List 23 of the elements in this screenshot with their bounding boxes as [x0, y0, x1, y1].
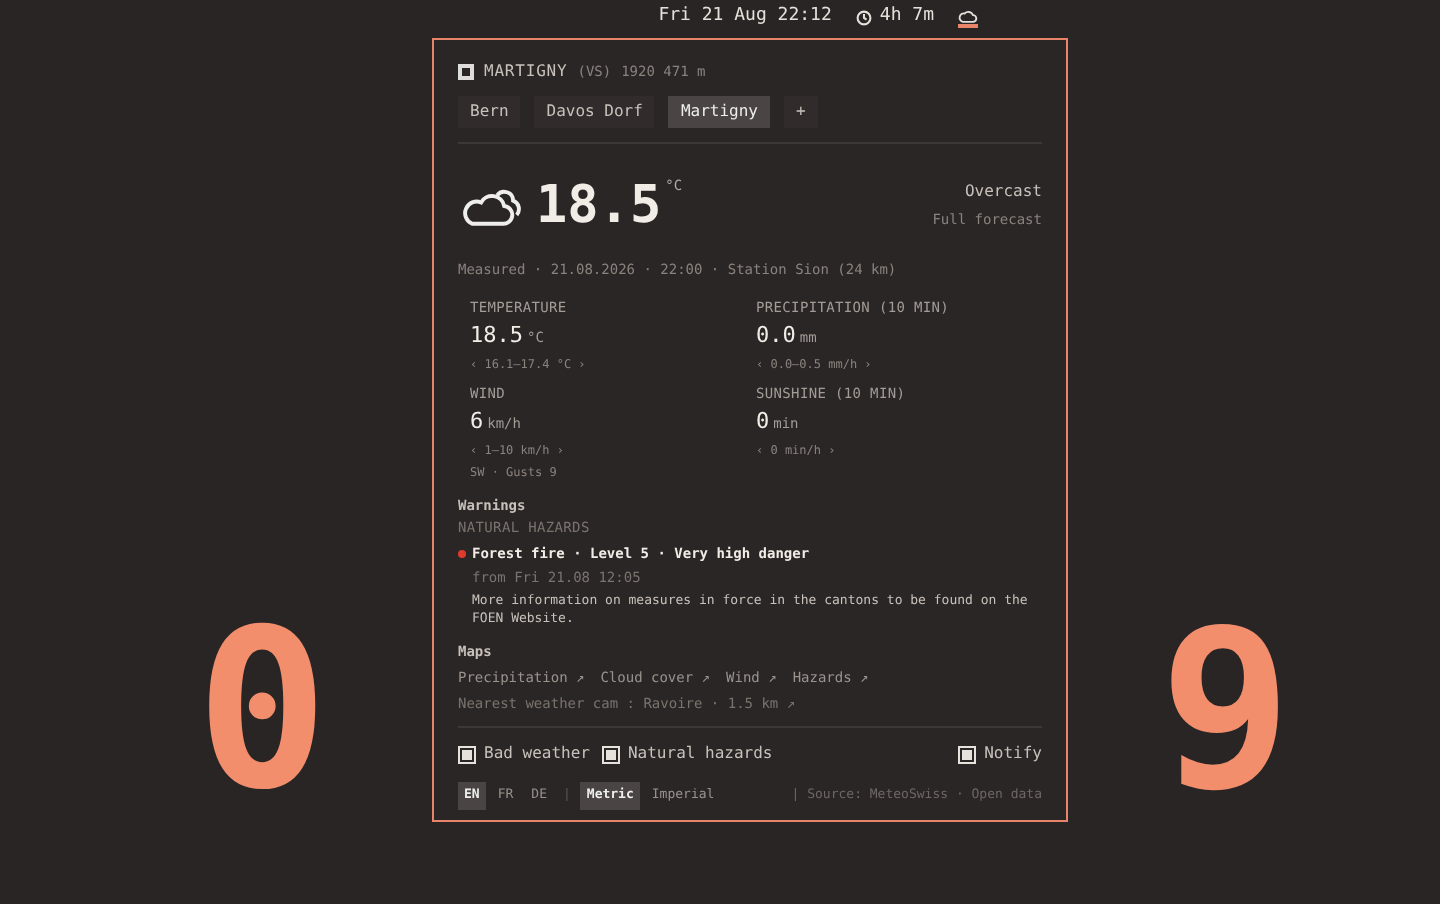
weather-button[interactable]	[958, 7, 978, 27]
checkbox[interactable]: Bad weather	[458, 742, 590, 766]
metric-value: 6	[470, 406, 484, 438]
swiss-flag-icon	[458, 64, 474, 80]
metric-value: 0	[756, 406, 770, 438]
location-tab[interactable]: Martigny	[668, 96, 770, 128]
metric-value: 18.5	[470, 320, 523, 352]
cloud-icon	[458, 184, 522, 228]
timer: 4h 7m	[879, 3, 934, 30]
metric-value: 0.0	[756, 320, 796, 352]
checkbox[interactable]: Notify	[958, 742, 1042, 766]
date-time: Fri 21 Aug 22:12	[658, 3, 832, 30]
add-tab-button[interactable]: +	[783, 96, 818, 128]
location-tab[interactable]: Davos Dorf	[534, 96, 655, 128]
condition: Overcast	[964, 180, 1042, 204]
cloud-icon	[958, 7, 978, 23]
checkbox[interactable]: Natural hazards	[601, 742, 773, 766]
location-name: MARTIGNY	[484, 60, 568, 84]
clock-digit: 0	[196, 600, 329, 820]
clock-digit: 9	[1159, 600, 1292, 820]
temperature-reading: 18.5	[536, 176, 662, 236]
clock-icon	[855, 9, 872, 25]
location-tab[interactable]: Bern	[458, 96, 521, 128]
